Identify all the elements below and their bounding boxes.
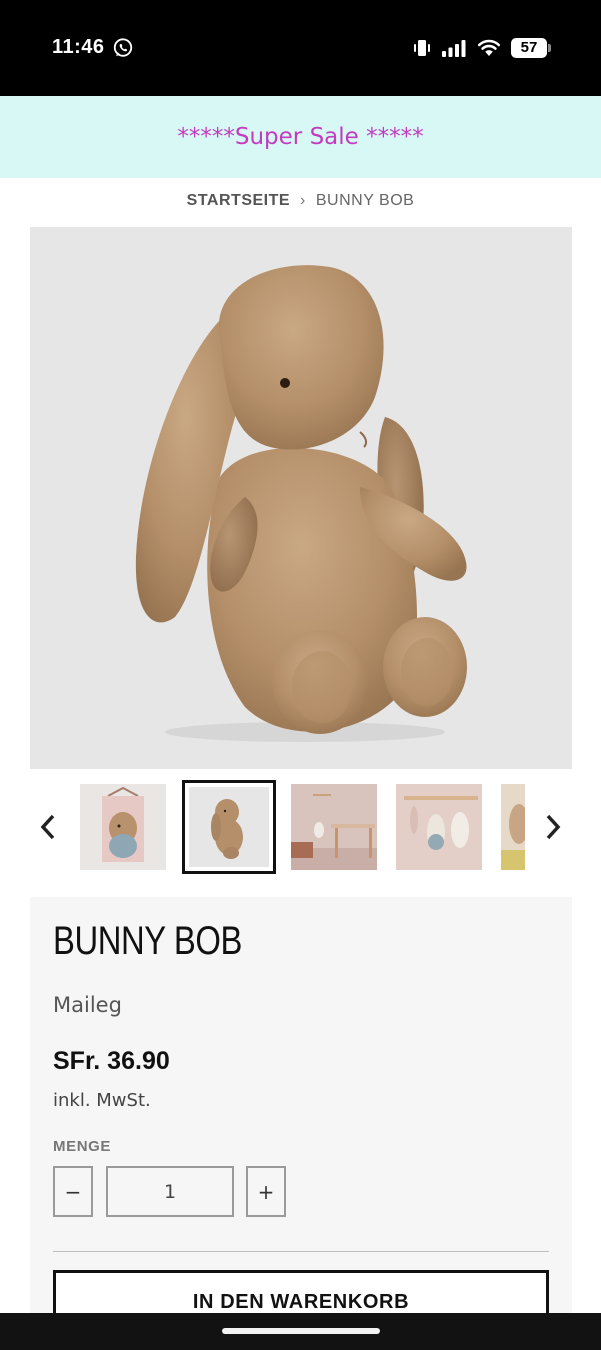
home-indicator[interactable] (222, 1328, 380, 1334)
chevron-left-icon[interactable] (36, 810, 60, 844)
thumbnail-bunny-partial[interactable] (501, 784, 525, 870)
divider (53, 1251, 549, 1252)
whatsapp-icon (112, 37, 134, 59)
promo-text: *****Super Sale ***** (177, 124, 424, 150)
battery-icon: 57 (511, 38, 551, 58)
breadcrumb: STARTSEITE › BUNNY BOB (0, 190, 601, 212)
chevron-right-icon[interactable] (541, 810, 565, 844)
breadcrumb-home-link[interactable]: STARTSEITE (187, 192, 290, 210)
thumbnail-bunnies-on-hooks[interactable] (396, 784, 482, 870)
breadcrumb-current: BUNNY BOB (315, 192, 415, 209)
bunny-plush-image (135, 265, 467, 742)
tax-note: inkl. MwSt. (53, 1090, 151, 1111)
quantity-decrease-button[interactable]: − (53, 1166, 93, 1217)
status-time: 11:46 (52, 36, 105, 58)
thumbnail-carousel (0, 780, 601, 874)
status-bar: 11:46 57 (0, 0, 601, 96)
quantity-input[interactable] (106, 1166, 234, 1217)
product-vendor[interactable]: Maileg (53, 993, 122, 1017)
product-price: SFr. 36.90 (53, 1047, 170, 1075)
vibrate-icon (413, 39, 431, 57)
system-nav-bar (0, 1313, 601, 1350)
quantity-label: MENGE (53, 1138, 112, 1155)
product-info-panel: BUNNY BOB Maileg SFr. 36.90 inkl. MwSt. … (30, 897, 572, 1327)
product-title: BUNNY BOB (53, 919, 242, 963)
battery-level: 57 (520, 39, 538, 56)
thumbnail-bunny-plush[interactable] (182, 780, 276, 874)
promo-banner[interactable]: *****Super Sale ***** (0, 96, 601, 178)
breadcrumb-separator: › (300, 192, 306, 209)
product-main-image[interactable] (30, 227, 572, 769)
thumbnail-kids-room-desk[interactable] (291, 784, 377, 870)
thumbnail-bunny-in-bag[interactable] (80, 784, 166, 870)
signal-icon (441, 39, 467, 57)
quantity-increase-button[interactable]: + (246, 1166, 286, 1217)
wifi-icon (477, 39, 501, 57)
